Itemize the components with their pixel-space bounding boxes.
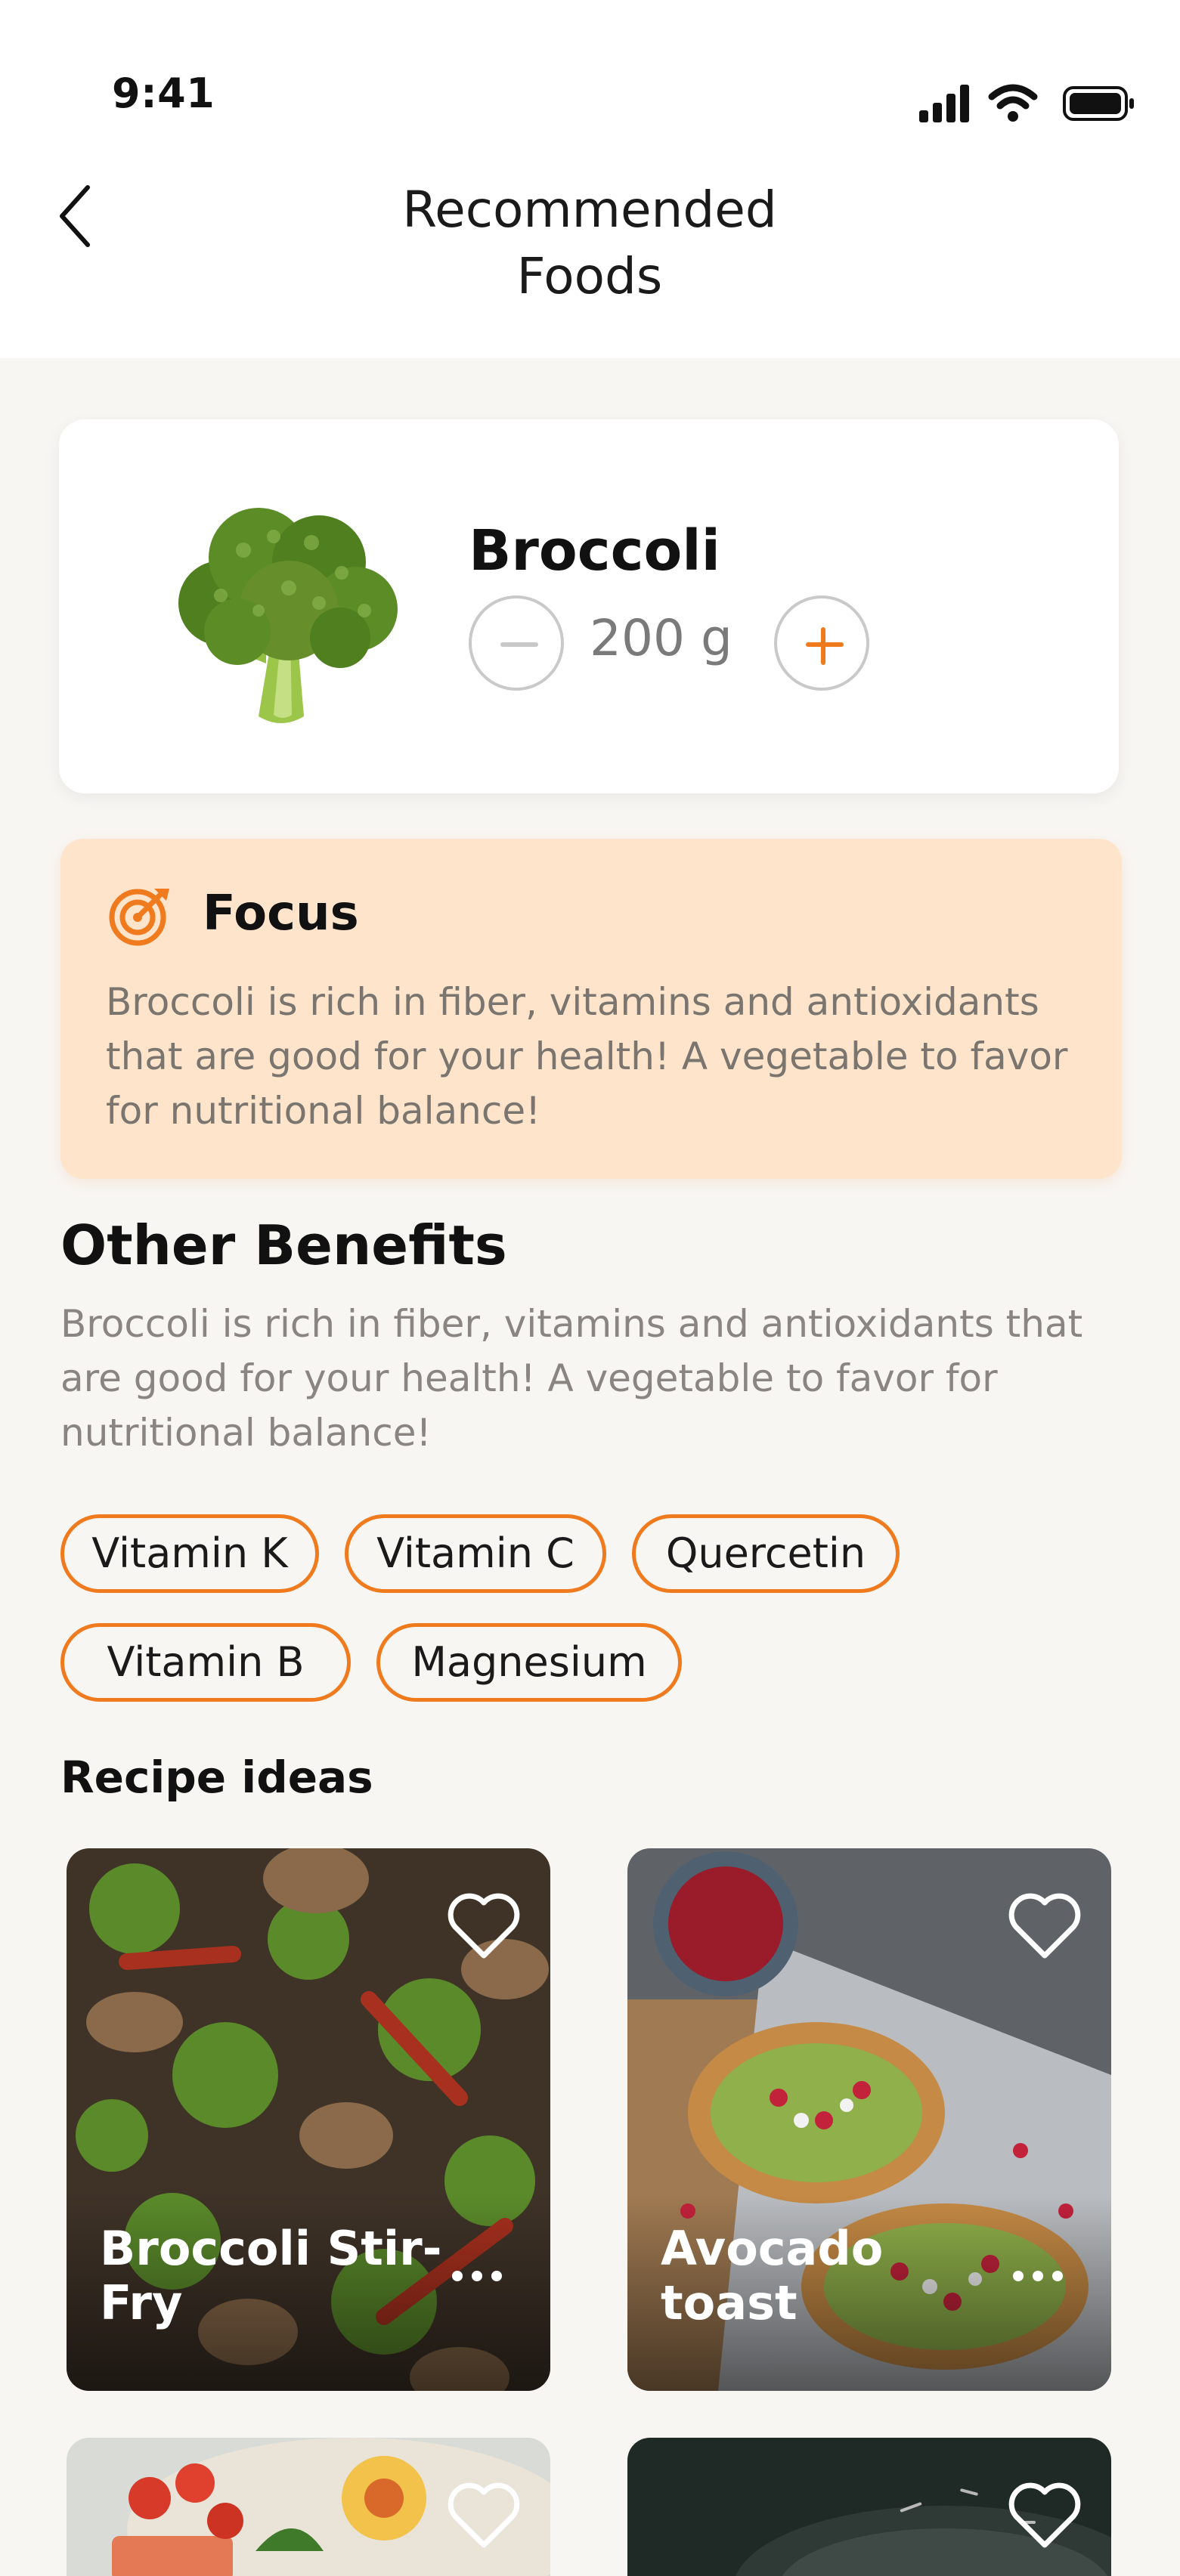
benefits-title: Other Benefits <box>60 1214 507 1277</box>
favorite-heart-icon[interactable] <box>1007 2482 1082 2550</box>
focus-text: Broccoli is rich in fiber, vitamins and … <box>106 980 1068 1133</box>
recipe-card[interactable]: Broccoli Stir-Fry <box>67 1848 550 2391</box>
decrease-quantity-button[interactable] <box>469 595 564 691</box>
increase-quantity-button[interactable] <box>774 595 869 691</box>
recipe-ideas-title: Recipe ideas <box>60 1752 373 1803</box>
target-icon <box>109 889 169 946</box>
page-title-line2: Foods <box>516 247 663 305</box>
chevron-left-icon <box>60 185 90 247</box>
more-options-icon[interactable] <box>1013 2270 1076 2285</box>
page-title: Recommended Foods <box>287 177 892 310</box>
benefits-text: Broccoli is rich in fiber, vitamins and … <box>60 1302 1083 1455</box>
recipe-card[interactable] <box>67 2438 550 2576</box>
signal-icon <box>919 85 969 122</box>
recipe-card[interactable]: Avocado toast <box>627 1848 1111 2391</box>
status-time: 9:41 <box>112 70 215 117</box>
broccoli-image <box>178 508 398 723</box>
back-button[interactable] <box>53 181 101 251</box>
status-icons <box>919 84 1134 122</box>
recipe-card[interactable] <box>627 2438 1111 2576</box>
chip-vitamin-k[interactable]: Vitamin K <box>60 1514 319 1593</box>
food-name: Broccoli <box>469 518 721 583</box>
chip-quercetin[interactable]: Quercetin <box>632 1514 900 1593</box>
quantity-value: 200 g <box>590 609 732 667</box>
recipe-name: Broccoli Stir-Fry <box>100 2221 442 2330</box>
chip-vitamin-b[interactable]: Vitamin B <box>60 1623 351 1702</box>
page-title-line1: Recommended <box>402 181 777 239</box>
chip-magnesium[interactable]: Magnesium <box>376 1623 682 1702</box>
wifi-icon <box>988 84 1038 122</box>
minus-icon <box>500 642 538 647</box>
favorite-heart-icon[interactable] <box>446 1892 522 1960</box>
more-options-icon[interactable] <box>452 2270 516 2285</box>
favorite-heart-icon[interactable] <box>446 2482 522 2550</box>
recipe-name: Avocado toast <box>661 2221 884 2330</box>
battery-icon <box>1063 86 1134 121</box>
favorite-heart-icon[interactable] <box>1007 1892 1082 1960</box>
focus-title: Focus <box>203 886 359 942</box>
chip-vitamin-c[interactable]: Vitamin C <box>345 1514 606 1593</box>
